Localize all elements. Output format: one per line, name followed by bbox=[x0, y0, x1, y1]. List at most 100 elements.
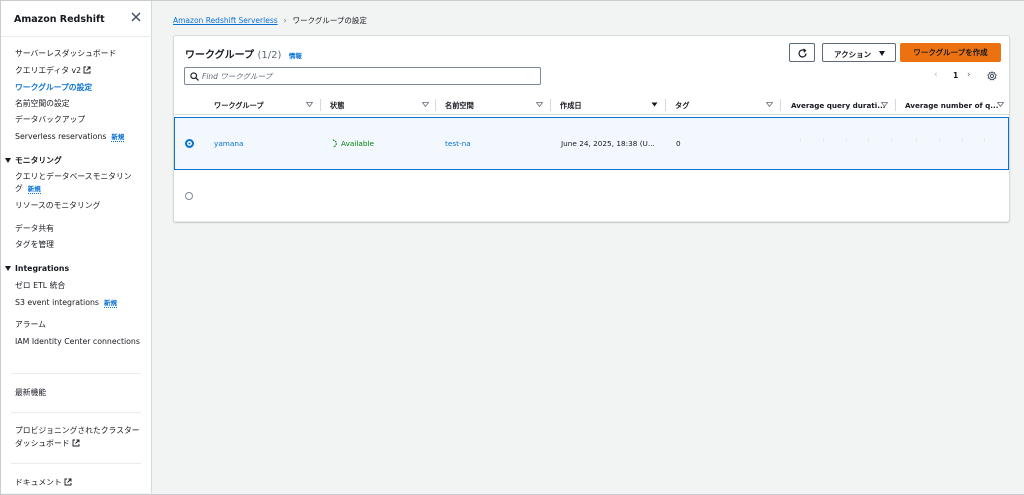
sidebar-item-label: ドキュメント bbox=[15, 478, 62, 487]
sidebar-item-provisioned-dashboard[interactable]: プロビジョニングされたクラスター bbox=[15, 426, 140, 436]
settings-icon[interactable] bbox=[987, 71, 997, 81]
sidebar-section-monitoring[interactable]: モニタリング bbox=[5, 155, 62, 166]
sidebar-item-resource-monitoring[interactable]: リソースのモニタリング bbox=[15, 201, 100, 211]
sidebar-title[interactable]: Amazon Redshift bbox=[14, 14, 105, 25]
sort-icon[interactable] bbox=[881, 101, 888, 108]
refresh-button[interactable] bbox=[789, 43, 815, 62]
new-badge: 新規 bbox=[27, 185, 41, 194]
sidebar-item-s3-event-integrations[interactable]: S3 event integrations 新規 bbox=[15, 298, 117, 308]
sidebar-item-whats-new[interactable]: 最新機能 bbox=[15, 388, 46, 398]
sidebar-item-label: リソースのモニタリング bbox=[15, 201, 101, 210]
sort-icon[interactable] bbox=[536, 101, 543, 108]
column-header-tags[interactable]: タグ bbox=[675, 101, 689, 111]
sidebar-item-label: S3 event integrations bbox=[15, 298, 99, 307]
sidebar-item-label: ワークグループの設定 bbox=[15, 83, 93, 92]
selection-count: (1/2) bbox=[257, 50, 282, 61]
sidebar-divider bbox=[11, 463, 141, 464]
sidebar-item-query-editor[interactable]: クエリエディタ v2 bbox=[15, 66, 91, 76]
sidebar-divider bbox=[11, 373, 141, 374]
sidebar-item-serverless-dashboard[interactable]: サーバーレスダッシュボード bbox=[15, 49, 116, 59]
sort-icon[interactable] bbox=[997, 101, 1004, 108]
sidebar-item-label: サーバーレスダッシュボード bbox=[15, 49, 117, 58]
info-link[interactable]: 情報 bbox=[289, 52, 302, 60]
search-field bbox=[184, 67, 541, 85]
sidebar-item-tag-management[interactable]: タグを管理 bbox=[15, 240, 54, 250]
column-divider[interactable] bbox=[780, 99, 781, 111]
column-divider[interactable] bbox=[550, 99, 551, 111]
sidebar-item-workgroup-settings[interactable]: ワークグループの設定 bbox=[15, 83, 92, 93]
column-header-status[interactable]: 状態 bbox=[330, 101, 344, 111]
page-edge bbox=[1015, 1, 1024, 494]
sort-descending-icon[interactable] bbox=[651, 101, 658, 108]
sidebar-item-zero-etl[interactable]: ゼロ ETL 統合 bbox=[15, 281, 65, 291]
sparkline-tick bbox=[939, 138, 940, 142]
chevron-right-icon: › bbox=[283, 16, 287, 25]
page-title: ワークグループ (1/2) 情報 bbox=[185, 46, 302, 61]
sidebar-item-query-db-monitoring-cont[interactable]: グ新規 bbox=[15, 184, 41, 194]
row-select-radio[interactable] bbox=[185, 139, 194, 148]
breadcrumb: Amazon Redshift Serverless › ワークグループの設定 bbox=[173, 15, 367, 26]
search-input[interactable] bbox=[202, 70, 532, 82]
column-divider[interactable] bbox=[895, 99, 896, 111]
sparkline-tick bbox=[984, 138, 985, 142]
sort-icon[interactable] bbox=[766, 101, 773, 108]
sidebar-item-alarms[interactable]: アラーム bbox=[15, 320, 46, 330]
sort-icon[interactable] bbox=[306, 101, 313, 108]
sidebar-item-serverless-reservations[interactable]: Serverless reservations 新規 bbox=[15, 132, 125, 142]
sidebar-item-data-backup[interactable]: データバックアップ bbox=[15, 115, 85, 125]
caret-down-icon bbox=[879, 51, 885, 56]
create-workgroup-button[interactable]: ワークグループを作成 bbox=[900, 43, 1001, 62]
caret-down-icon bbox=[5, 158, 11, 163]
caret-down-icon bbox=[5, 266, 11, 271]
status-available-icon bbox=[332, 139, 339, 148]
next-page-icon[interactable]: › bbox=[967, 70, 977, 80]
column-header-avg-query-duration[interactable]: Average query durati... bbox=[791, 101, 885, 110]
sidebar-section-label: Integrations bbox=[15, 264, 70, 273]
sidebar-item-label: 名前空間の設定 bbox=[15, 99, 70, 108]
actions-dropdown-button[interactable]: アクション bbox=[822, 43, 896, 62]
new-badge: 新規 bbox=[111, 133, 125, 142]
close-icon[interactable] bbox=[129, 10, 143, 24]
column-header-created[interactable]: 作成日 bbox=[560, 101, 582, 111]
sidebar-item-label: IAM Identity Center connections bbox=[15, 337, 140, 346]
sort-icon[interactable] bbox=[422, 101, 429, 108]
breadcrumb-link-serverless[interactable]: Amazon Redshift Serverless bbox=[173, 16, 278, 25]
sidebar-item-documentation[interactable]: ドキュメント bbox=[15, 478, 72, 488]
column-divider[interactable] bbox=[320, 99, 321, 111]
sidebar-section-label: モニタリング bbox=[15, 156, 62, 165]
sidebar-header: Amazon Redshift bbox=[1, 1, 152, 37]
sidebar-section-integrations[interactable]: Integrations bbox=[5, 264, 69, 273]
sidebar-divider bbox=[11, 412, 141, 413]
sidebar-item-label: ダッシュボード bbox=[15, 439, 70, 448]
status-badge: Available bbox=[332, 139, 374, 148]
sidebar-item-label: アラーム bbox=[15, 320, 46, 329]
panel-title-text: ワークグループ bbox=[185, 50, 254, 61]
table-row[interactable] bbox=[174, 170, 1009, 222]
sidebar-item-query-db-monitoring[interactable]: クエリとデータベースモニタリン bbox=[15, 172, 132, 182]
row-select-radio[interactable] bbox=[185, 192, 193, 200]
page-number[interactable]: 1 bbox=[953, 71, 958, 80]
sparkline-tick bbox=[823, 138, 824, 142]
sidebar-item-label: クエリエディタ v2 bbox=[15, 66, 82, 75]
table-row[interactable]: yamana Available test-na June 24, 2025, … bbox=[174, 117, 1009, 170]
column-divider[interactable] bbox=[665, 99, 666, 111]
tag-count: 0 bbox=[676, 139, 681, 148]
column-divider[interactable] bbox=[435, 99, 436, 111]
external-link-icon bbox=[83, 66, 91, 74]
workgroups-panel: ワークグループ (1/2) 情報 アクション ワークグループを作成 ‹ 1 › … bbox=[173, 35, 1010, 222]
sidebar-item-data-sharing[interactable]: データ共有 bbox=[15, 224, 54, 234]
column-header-avg-number-of-queries[interactable]: Average number of q... bbox=[905, 101, 998, 110]
prev-page-icon[interactable]: ‹ bbox=[934, 70, 944, 80]
actions-label: アクション bbox=[834, 50, 872, 59]
sidebar-item-label: Serverless reservations bbox=[15, 132, 107, 141]
sidebar-item-namespace-settings[interactable]: 名前空間の設定 bbox=[15, 99, 70, 109]
sidebar-item-provisioned-dashboard-cont[interactable]: ダッシュボード bbox=[15, 439, 80, 449]
column-header-workgroup[interactable]: ワークグループ bbox=[214, 101, 264, 111]
column-header-namespace[interactable]: 名前空間 bbox=[445, 101, 474, 111]
sidebar-item-iam-identity-center[interactable]: IAM Identity Center connections bbox=[15, 337, 140, 347]
sidebar: Amazon Redshift サーバーレスダッシュボード クエリエディタ v2… bbox=[1, 1, 152, 493]
workgroup-link[interactable]: yamana bbox=[214, 139, 243, 148]
breadcrumb-current: ワークグループの設定 bbox=[292, 16, 367, 25]
namespace-link[interactable]: test-na bbox=[445, 139, 471, 148]
created-date: June 24, 2025, 18:38 (U... bbox=[561, 139, 655, 148]
